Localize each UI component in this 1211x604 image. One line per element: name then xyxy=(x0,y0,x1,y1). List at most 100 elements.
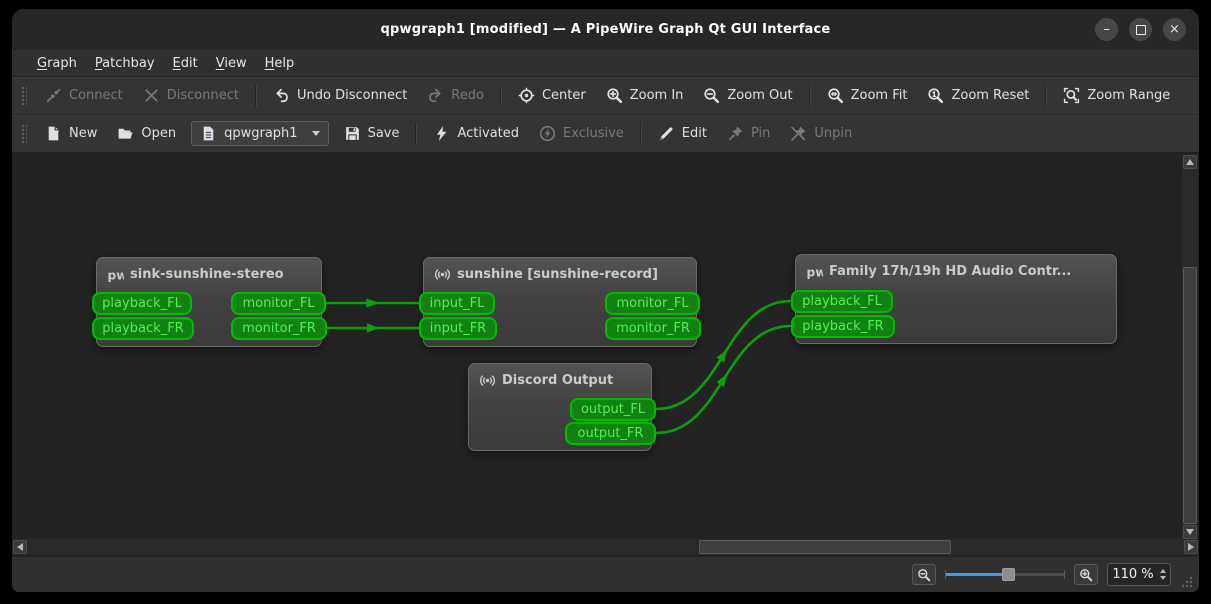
horizontal-scrollbar[interactable] xyxy=(13,539,1198,555)
disconnect-button: Disconnect xyxy=(133,82,249,109)
undo-disconnect-button[interactable]: Undo Disconnect xyxy=(263,82,417,109)
zoom-fit-button[interactable]: Zoom Fit xyxy=(817,82,918,109)
port-playback_FL[interactable]: playback_FL xyxy=(92,292,192,315)
toolbar-separator xyxy=(808,84,811,107)
zoom-slider-fill xyxy=(945,573,1005,576)
port-monitor_FL[interactable]: monitor_FL xyxy=(231,292,326,315)
port-monitor_FR[interactable]: monitor_FR xyxy=(231,317,327,340)
menu-help[interactable]: Help xyxy=(256,53,304,74)
zoom-out-icon xyxy=(703,87,720,104)
menu-graph[interactable]: Graph xyxy=(28,53,86,74)
slider-tick xyxy=(945,570,946,579)
toolbar-label: New xyxy=(69,126,98,141)
toolbar-label: Undo Disconnect xyxy=(296,88,408,103)
scroll-up-button[interactable] xyxy=(1183,155,1197,169)
graph-canvas: pwsink-sunshine-stereoplayback_FLplaybac… xyxy=(12,153,1199,556)
zoom-range-button[interactable]: Zoom Range xyxy=(1053,82,1180,109)
zoom-reset-button[interactable]: Zoom Reset xyxy=(917,82,1039,109)
zoom-in-icon xyxy=(606,87,623,104)
wire-arrow-icon xyxy=(716,349,728,363)
connect-button: Connect xyxy=(35,82,133,109)
toolbar-label: Edit xyxy=(681,126,707,141)
activated-button[interactable]: Activated xyxy=(423,120,529,147)
toolbar-label: Connect xyxy=(69,88,123,103)
scroll-down-button[interactable] xyxy=(1183,525,1197,539)
zoom-in-icon xyxy=(1079,568,1093,582)
horizontal-scrollbar-thumb[interactable] xyxy=(699,540,951,554)
port-playback_FL[interactable]: playback_FL xyxy=(791,290,893,313)
scroll-right-button[interactable] xyxy=(1184,540,1198,554)
new-button[interactable]: New xyxy=(35,120,107,147)
zoom-out-button[interactable]: Zoom Out xyxy=(693,82,802,109)
edit-button[interactable]: Edit xyxy=(648,120,717,147)
activated-icon xyxy=(433,125,450,142)
zoom-in-button[interactable] xyxy=(1074,564,1098,585)
status-bar: 110 % xyxy=(12,556,1199,592)
port-monitor_FR[interactable]: monitor_FR xyxy=(605,317,701,340)
maximize-icon xyxy=(1135,24,1146,35)
spin-down-icon xyxy=(1160,576,1166,580)
port-monitor_FL[interactable]: monitor_FL xyxy=(605,292,700,315)
toolbar-grip[interactable] xyxy=(21,123,27,144)
patchbay-toolbar: New Open qpwgraph1 Save Activated Exclusive Ed… xyxy=(12,115,1199,153)
chevron-down-icon xyxy=(311,131,320,136)
menu-edit[interactable]: Edit xyxy=(164,53,207,74)
spin-up-icon xyxy=(1160,569,1166,573)
desktop: { "titlebar": { "title": "qpwgraph1 [mod… xyxy=(0,0,1211,604)
app-window: qpwgraph1 [modified] — A PipeWire Graph … xyxy=(12,9,1199,592)
zoom-fit-icon xyxy=(827,87,844,104)
edit-icon xyxy=(658,125,675,142)
file-icon xyxy=(200,125,217,142)
toolbar-separator xyxy=(254,84,257,107)
wire-arrow-icon xyxy=(366,298,380,308)
zoom-out-button[interactable] xyxy=(912,564,936,585)
port-output_FR[interactable]: output_FR xyxy=(565,422,656,445)
toolbar-label: Disconnect xyxy=(166,88,239,103)
toolbar-label: Pin xyxy=(750,126,771,141)
port-input_FR[interactable]: input_FR xyxy=(419,317,497,340)
vertical-scrollbar[interactable] xyxy=(1182,155,1198,539)
wire-arrow-icon xyxy=(367,323,380,333)
window-controls: – × xyxy=(1095,18,1186,41)
center-button[interactable]: Center xyxy=(508,82,596,109)
title-bar[interactable]: qpwgraph1 [modified] — A PipeWire Graph … xyxy=(12,9,1199,50)
port-playback_FR[interactable]: playback_FR xyxy=(791,315,895,338)
toolbar-grip[interactable] xyxy=(21,85,27,106)
scroll-left-button[interactable] xyxy=(13,540,27,554)
zoom-spinbox[interactable]: 110 % xyxy=(1107,563,1171,586)
toolbar-label: Unpin xyxy=(814,126,853,141)
undo-icon xyxy=(273,87,290,104)
zoom-range-icon xyxy=(1063,87,1080,104)
zoom-slider[interactable] xyxy=(945,566,1065,583)
minimize-button[interactable]: – xyxy=(1095,18,1118,41)
close-button[interactable]: × xyxy=(1163,18,1186,41)
zoom-in-button[interactable]: Zoom In xyxy=(596,82,694,109)
exclusive-button: Exclusive xyxy=(529,120,634,147)
qpwgraph1-dropdown[interactable]: qpwgraph1 xyxy=(191,121,329,146)
port-playback_FR[interactable]: playback_FR xyxy=(92,317,194,340)
save-button[interactable]: Save xyxy=(334,120,410,147)
toolbar-separator xyxy=(415,122,418,145)
toolbar-label: Zoom Reset xyxy=(951,88,1030,103)
vertical-scrollbar-thumb[interactable] xyxy=(1183,267,1197,524)
arrow-up-icon xyxy=(1186,159,1194,165)
resize-grip[interactable] xyxy=(1180,575,1193,588)
pin-button: Pin xyxy=(717,120,780,147)
patchbay-toolbar-items: New Open qpwgraph1 Save Activated Exclusive Ed… xyxy=(35,120,862,147)
zoom-out-icon xyxy=(917,568,931,582)
spinbox-arrows[interactable] xyxy=(1158,565,1168,584)
menu-patchbay[interactable]: Patchbay xyxy=(86,53,164,74)
zoom-reset-icon xyxy=(927,87,944,104)
slider-tick xyxy=(1064,570,1065,579)
menu-view[interactable]: View xyxy=(207,53,256,74)
port-input_FL[interactable]: input_FL xyxy=(419,292,495,315)
maximize-button[interactable] xyxy=(1129,18,1152,41)
toolbar-label: Zoom In xyxy=(629,88,684,103)
graph-toolbar-items: Connect Disconnect Undo Disconnect Redo Cent… xyxy=(35,82,1180,109)
port-output_FL[interactable]: output_FL xyxy=(570,398,656,421)
zoom-slider-handle[interactable] xyxy=(1002,568,1015,581)
window-title: qpwgraph1 [modified] — A PipeWire Graph … xyxy=(380,22,831,37)
graph-viewport[interactable]: pwsink-sunshine-stereoplayback_FLplaybac… xyxy=(12,153,1182,539)
graph-toolbar: Connect Disconnect Undo Disconnect Redo Cent… xyxy=(12,77,1199,115)
open-button[interactable]: Open xyxy=(107,120,186,147)
